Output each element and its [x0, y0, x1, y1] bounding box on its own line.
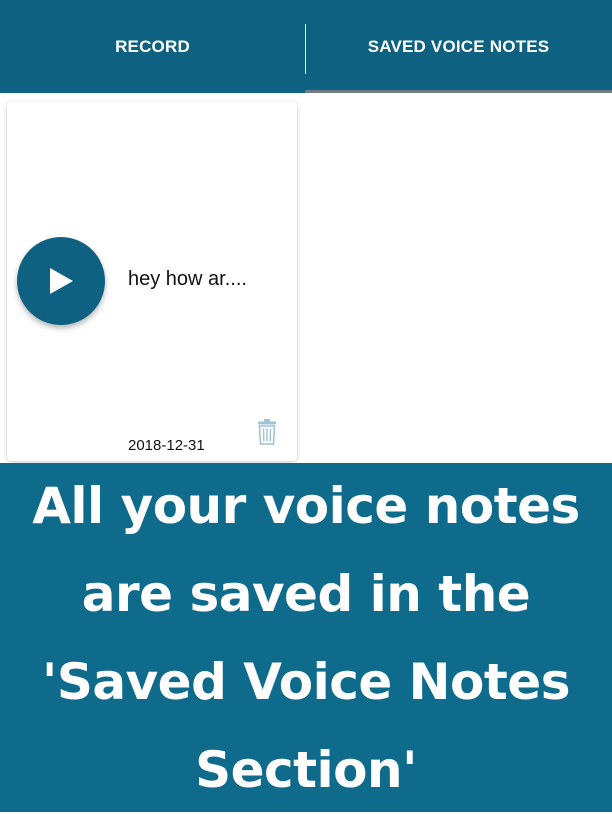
trash-icon [257, 419, 277, 445]
promo-banner-text: All your voice notes are saved in the 'S… [11, 462, 601, 814]
delete-button[interactable] [257, 419, 277, 445]
promo-banner: All your voice notes are saved in the 'S… [0, 463, 612, 812]
tab-record[interactable]: RECORD [0, 0, 305, 93]
saved-notes-list: hey how ar.... 2018-12-31 [0, 93, 612, 463]
voice-note-title: hey how ar.... [128, 268, 247, 291]
tab-saved-voice-notes[interactable]: SAVED VOICE NOTES [305, 0, 612, 93]
play-icon [47, 266, 75, 296]
tab-bar: RECORD SAVED VOICE NOTES [0, 0, 612, 93]
tab-saved-voice-notes-label: SAVED VOICE NOTES [368, 37, 550, 57]
promo-line-4: Section' [11, 726, 601, 814]
voice-note-card[interactable]: hey how ar.... 2018-12-31 [7, 102, 297, 461]
voice-note-date: 2018-12-31 [128, 437, 205, 454]
promo-line-3: 'Saved Voice Notes [11, 638, 601, 726]
play-button[interactable] [17, 237, 105, 325]
promo-line-1: All your voice notes [11, 462, 601, 550]
promo-line-2: are saved in the [11, 550, 601, 638]
tab-record-label: RECORD [115, 37, 190, 57]
